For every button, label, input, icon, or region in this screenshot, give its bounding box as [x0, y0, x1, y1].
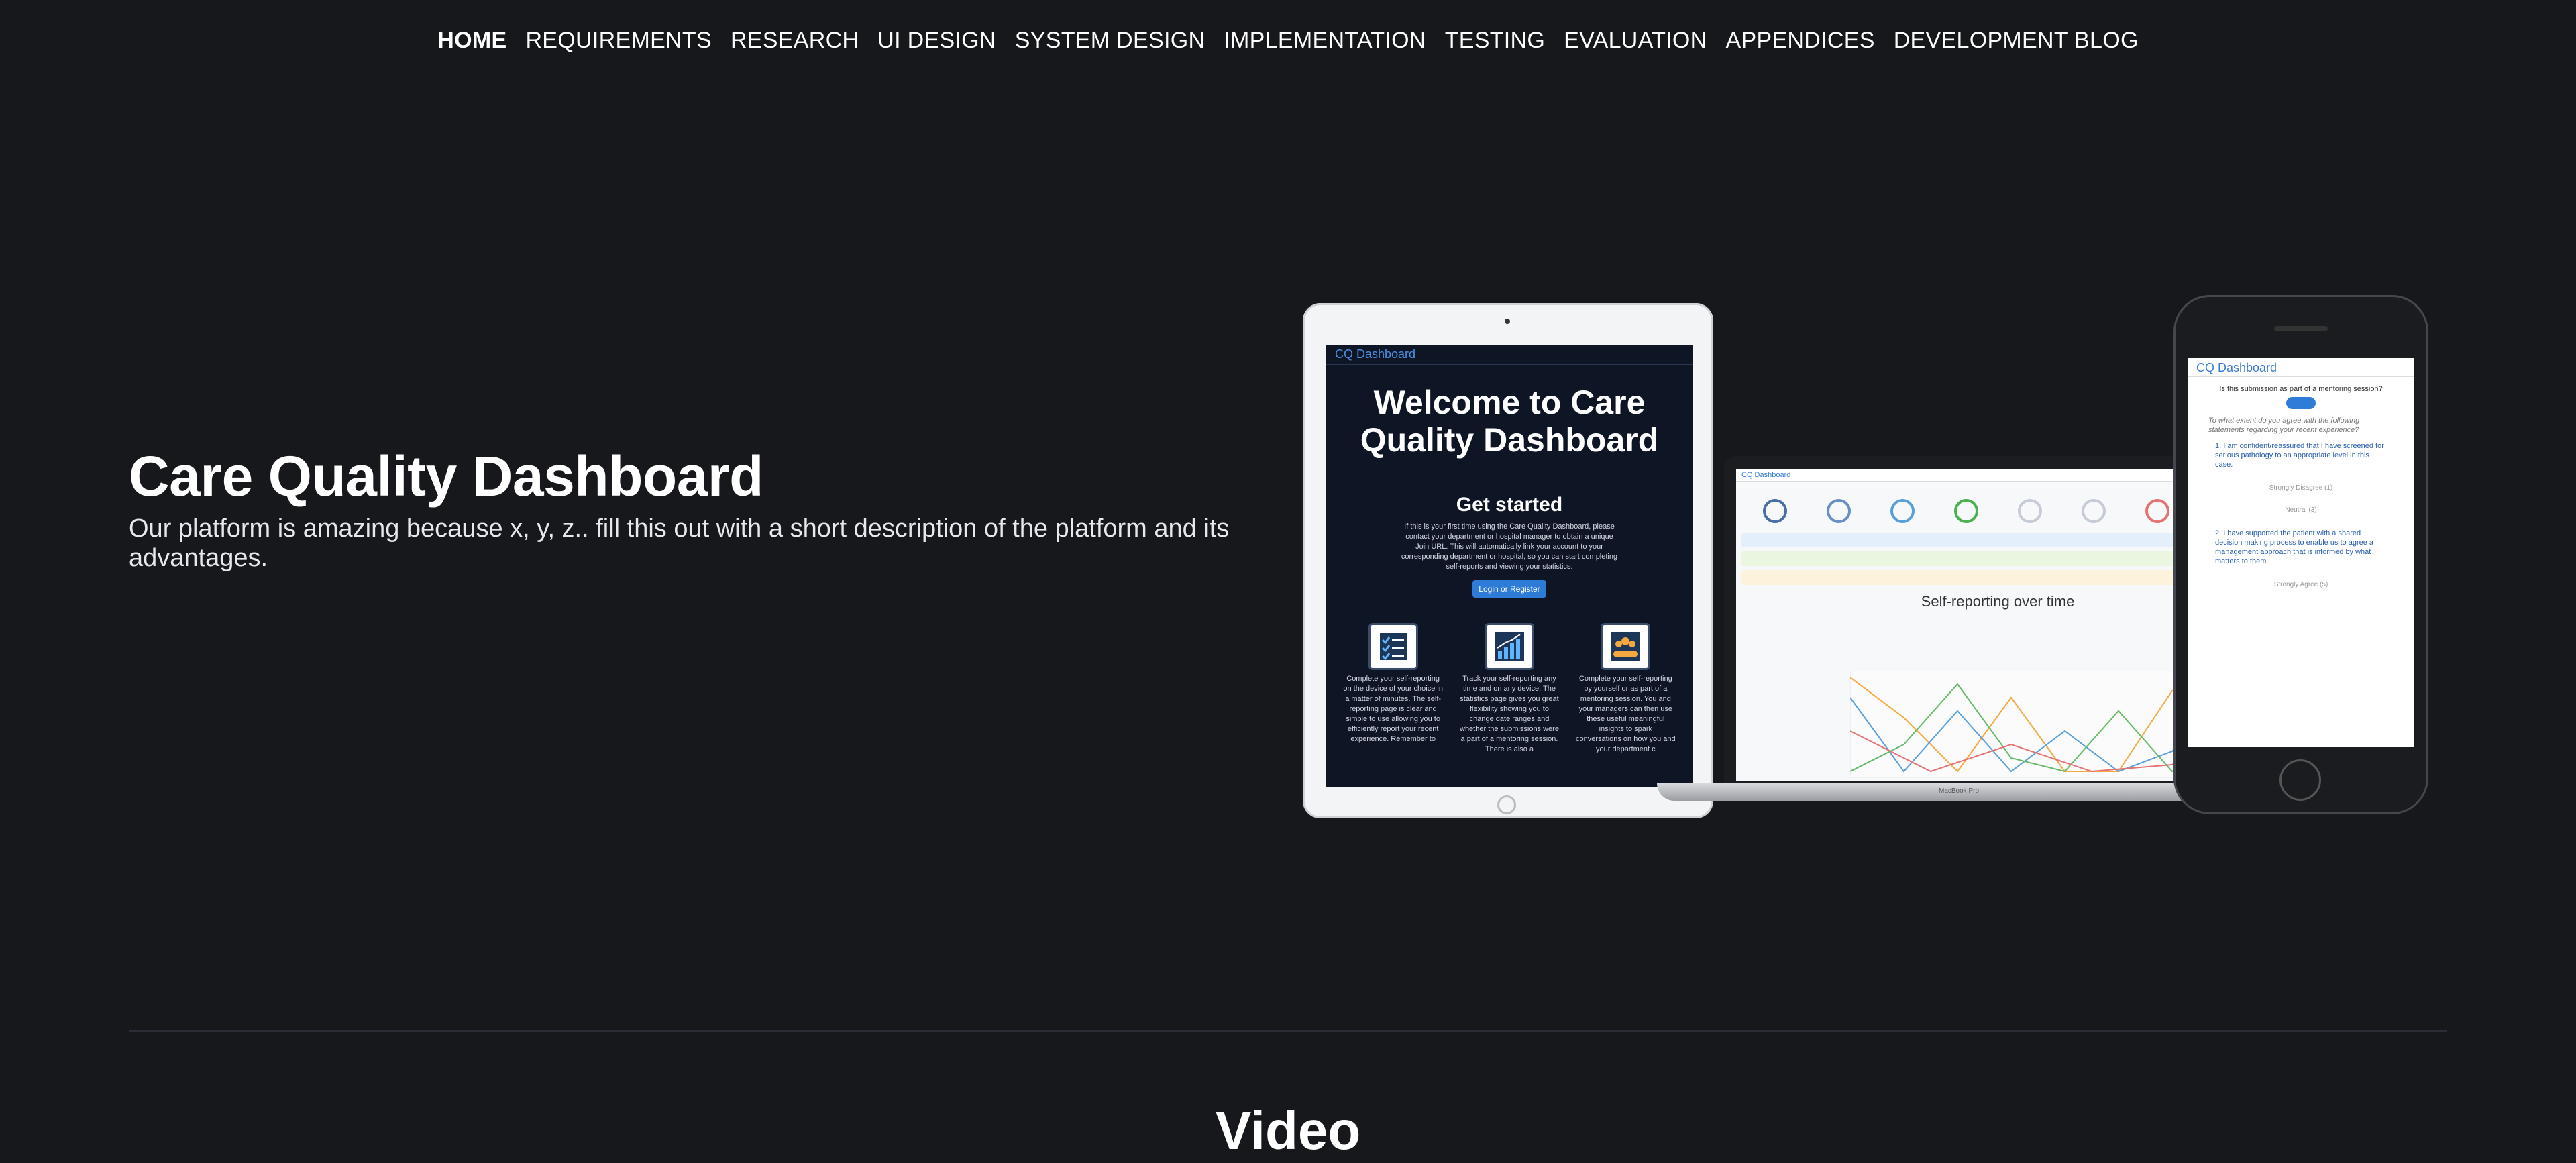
phone-statement: 1. I am confident/reassured that I have …: [2215, 442, 2384, 469]
checklist-icon: [1368, 623, 1418, 670]
feature-text: Complete your self-reporting on the devi…: [1343, 675, 1443, 743]
gauge-icon: [2145, 499, 2169, 523]
tablet-welcome-heading: Welcome to Care Quality Dashboard: [1360, 384, 1659, 459]
tablet-device: CQ Dashboard Welcome to Care Quality Das…: [1303, 303, 1713, 818]
feature-card: Track your self-reporting any time and o…: [1459, 623, 1560, 755]
tablet-intro-text: If this is your first time using the Car…: [1401, 522, 1618, 571]
feature-text: Track your self-reporting any time and o…: [1460, 675, 1559, 753]
nav-development-blog[interactable]: DEVELOPMENT BLOG: [1894, 27, 2139, 54]
top-nav: HOME REQUIREMENTS RESEARCH UI DESIGN SYS…: [0, 0, 2576, 80]
bar-chart-icon: [1484, 623, 1534, 670]
gauge-icon: [2081, 499, 2106, 523]
phone-option: Strongly Disagree (1): [2269, 484, 2333, 492]
nav-ui-design[interactable]: UI DESIGN: [877, 27, 996, 54]
phone-home-button: [2279, 759, 2321, 801]
hero-title: Care Quality Dashboard: [129, 445, 763, 508]
section-divider: [129, 1030, 2447, 1032]
tablet-camera: [1505, 319, 1510, 324]
phone-option: Strongly Agree (5): [2273, 581, 2328, 588]
nav-system-design[interactable]: SYSTEM DESIGN: [1015, 27, 1205, 54]
tablet-get-started: Get started: [1456, 494, 1563, 516]
tablet-screen: CQ Dashboard Welcome to Care Quality Das…: [1326, 345, 1693, 787]
team-icon: [1601, 623, 1651, 670]
hero-description: Our platform is amazing because x, y, z.…: [129, 514, 1230, 572]
feature-card: Complete your self-reporting on the devi…: [1343, 623, 1444, 755]
tablet-home-button: [1497, 795, 1516, 814]
phone-option: Neutral (3): [2285, 506, 2317, 514]
phone-question: Is this submission as part of a mentorin…: [2219, 385, 2383, 393]
laptop-brand: MacBook Pro: [1939, 787, 1980, 795]
phone-app-header: CQ Dashboard: [2188, 358, 2414, 377]
phone-prompt: To what extent do you agree with the fol…: [2208, 417, 2360, 434]
gauge-icon: [1826, 499, 1851, 523]
phone-statement: 2. I have supported the patient with a s…: [2215, 529, 2374, 565]
nav-testing[interactable]: TESTING: [1445, 27, 1545, 54]
phone-speaker: [2274, 326, 2328, 331]
gauge-icon: [1890, 499, 1915, 523]
nav-research[interactable]: RESEARCH: [731, 27, 859, 54]
tablet-features: Complete your self-reporting on the devi…: [1326, 623, 1693, 755]
phone-screen: CQ Dashboard Is this submission as part …: [2188, 358, 2414, 747]
nav-appendices[interactable]: APPENDICES: [1726, 27, 1875, 54]
tablet-login-button: Login or Register: [1472, 580, 1546, 598]
tablet-app-header: CQ Dashboard: [1326, 345, 1693, 365]
video-section-title: Video: [1215, 1101, 1361, 1160]
nav-implementation[interactable]: IMPLEMENTATION: [1224, 27, 1426, 54]
gauge-icon: [1953, 499, 1978, 523]
phone-toggle: [2286, 397, 2316, 409]
phone-device: CQ Dashboard Is this submission as part …: [2174, 295, 2428, 814]
nav-requirements[interactable]: REQUIREMENTS: [525, 27, 712, 54]
nav-evaluation[interactable]: EVALUATION: [1564, 27, 1707, 54]
gauge-icon: [2017, 499, 2042, 523]
device-mockup-image: CQ Dashboard Welcome to Care Quality Das…: [1295, 295, 2435, 825]
gauge-icon: [1762, 499, 1787, 523]
nav-home[interactable]: HOME: [437, 27, 506, 54]
